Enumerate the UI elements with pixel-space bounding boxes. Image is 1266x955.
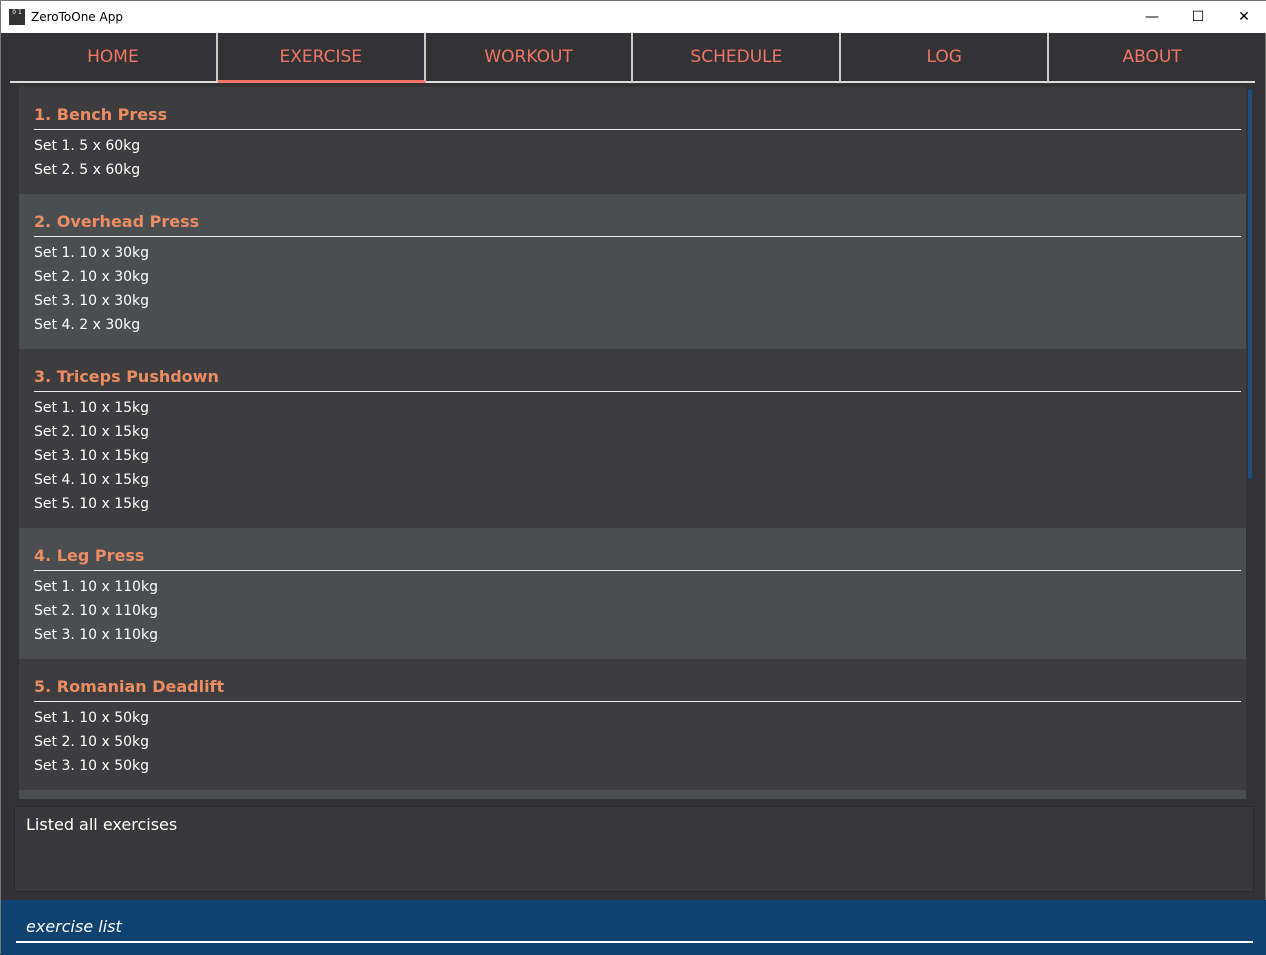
set-item: Set 4. 2 x 30kg [34,317,141,333]
set-item: Set 1. 10 x 15kg [34,400,150,416]
set-item: Set 1. 10 x 30kg [34,245,150,261]
set-item: Set 2. 10 x 50kg [34,734,150,750]
app-icon: 0 1 [9,9,25,25]
result-display: Listed all exercises [14,806,1254,892]
exercise-card[interactable]: 4. Leg Press Set 1. 10 x 110kg Set 2. 10 x… [19,528,1246,659]
scrollbar[interactable] [1248,89,1252,479]
title-bar: 0 1 ZeroToOne App — ☐ ✕ [1,1,1266,33]
set-item: Set 4. 10 x 15kg [34,472,150,488]
set-item: Set 2. 10 x 110kg [34,603,158,619]
tab-log[interactable]: LOG [841,33,1050,83]
exercise-title: 4. Leg Press [34,546,1241,571]
tab-home[interactable]: HOME [10,33,218,83]
tab-bar: HOME EXERCISE WORKOUT SCHEDULE LOG ABOUT [10,33,1255,83]
exercise-title: 2. Overhead Press [34,212,1241,237]
exercise-card[interactable]: 5. Romanian Deadlift Set 1. 10 x 50kg Set … [19,659,1246,790]
exercise-title: 3. Triceps Pushdown [34,367,1241,392]
set-item: Set 1. 10 x 110kg [34,579,158,595]
set-item: Set 1. 10 x 50kg [34,710,150,726]
tab-workout[interactable]: WORKOUT [425,33,634,83]
minimize-icon[interactable]: — [1129,1,1175,33]
result-text: Listed all exercises [26,815,178,834]
window-title: ZeroToOne App [31,10,123,24]
tab-schedule[interactable]: SCHEDULE [633,33,842,83]
set-item: Set 5. 10 x 15kg [34,496,150,512]
set-item: Set 3. 10 x 50kg [34,758,150,774]
tab-about[interactable]: ABOUT [1049,33,1255,83]
set-item: Set 3. 10 x 15kg [34,448,150,464]
set-item: Set 2. 5 x 60kg [34,162,141,178]
maximize-icon[interactable]: ☐ [1175,1,1221,33]
set-item: Set 3. 10 x 110kg [34,627,158,643]
exercise-card[interactable]: 6. Deadlift [19,790,1246,799]
set-item: Set 3. 10 x 30kg [34,293,150,309]
exercise-card[interactable]: 3. Triceps Pushdown Set 1. 10 x 15kg Set 2… [19,349,1246,528]
command-box [1,900,1266,955]
set-item: Set 1. 5 x 60kg [34,138,141,154]
exercise-card[interactable]: 2. Overhead Press Set 1. 10 x 30kg Set 2. … [19,194,1246,349]
exercise-card[interactable]: 1. Bench Press Set 1. 5 x 60kg Set 2. 5 x … [19,87,1246,194]
exercise-list: 1. Bench Press Set 1. 5 x 60kg Set 2. 5 x … [19,87,1246,799]
exercise-title: 1. Bench Press [34,105,1241,130]
set-item: Set 2. 10 x 30kg [34,269,150,285]
tab-exercise[interactable]: EXERCISE [217,33,426,83]
exercise-title: 5. Romanian Deadlift [34,677,1241,702]
close-icon[interactable]: ✕ [1221,1,1266,33]
set-item: Set 2. 10 x 15kg [34,424,150,440]
command-input[interactable] [16,912,1253,943]
